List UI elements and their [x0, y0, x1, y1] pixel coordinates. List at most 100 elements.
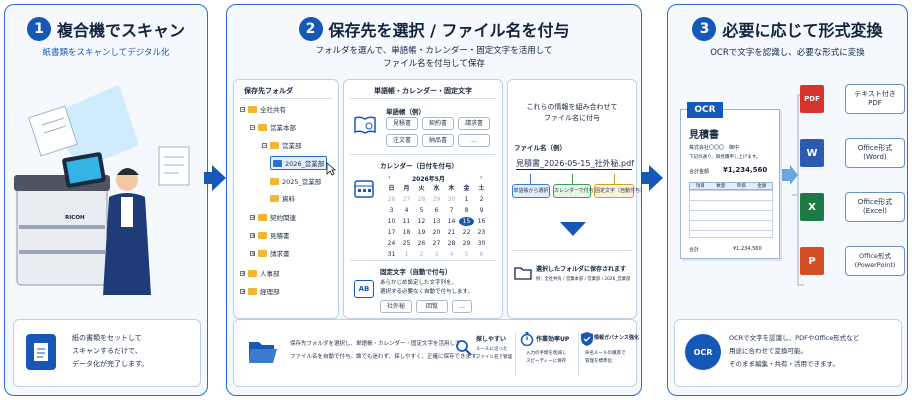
- calendar-day[interactable]: 20: [429, 228, 444, 237]
- folder-icon: [273, 159, 282, 167]
- folder-item[interactable]: + 経理部: [240, 286, 280, 296]
- calendar-day[interactable]: 29: [459, 239, 474, 248]
- calendar-day[interactable]: 10: [384, 217, 399, 226]
- calendar-day[interactable]: 3: [429, 250, 444, 259]
- calendar-day[interactable]: 28: [444, 239, 459, 248]
- filename-result-panel: これらの情報を組み合わせて ファイル名に付与 ファイル名（例） 見積書_2026…: [507, 79, 645, 319]
- calendar-day[interactable]: 18: [399, 228, 414, 237]
- folder-panel-title: 保存先フォルダ: [244, 87, 293, 95]
- calendar-day[interactable]: 1: [459, 195, 474, 204]
- wordbook-tag[interactable]: 納品書: [422, 134, 454, 147]
- text-ab-icon: AB: [354, 280, 374, 298]
- calendar-day[interactable]: 26: [414, 239, 429, 248]
- calendar-day[interactable]: 29: [429, 195, 444, 204]
- wordbook-tag[interactable]: 見積書: [386, 117, 418, 130]
- step3-note-line1: OCRで文字を認識し、PDFやOffice形式など: [729, 334, 860, 342]
- saved-path: 例：全社共有 / 営業本部 / 営業部 / 2026_営業部: [536, 277, 631, 282]
- folder-item[interactable]: − 営業部: [262, 140, 302, 150]
- folder-item-selected[interactable]: 2026_営業部: [270, 156, 328, 170]
- folder-icon: [248, 105, 257, 113]
- folder-item[interactable]: + 人事部: [240, 268, 280, 278]
- step1-note-box: 紙の書類をセットして スキャンするだけで、 データ化が完了します。: [13, 319, 201, 387]
- folder-icon: [248, 269, 257, 277]
- calendar-day[interactable]: 4: [399, 206, 414, 215]
- calendar-day[interactable]: 30: [474, 239, 489, 248]
- folder-icon: [270, 194, 279, 202]
- calendar-day[interactable]: 31: [384, 250, 399, 259]
- step3-number: 3: [692, 17, 717, 41]
- calendar-day[interactable]: 27: [399, 195, 414, 204]
- calendar-day[interactable]: 14: [444, 217, 459, 226]
- calendar-day[interactable]: 11: [399, 217, 414, 226]
- calendar-day[interactable]: 5: [414, 206, 429, 215]
- calendar-prev-button[interactable]: ‹: [388, 174, 390, 181]
- calendar-day[interactable]: 4: [444, 250, 459, 259]
- folder-item[interactable]: + 見積書: [250, 230, 290, 240]
- fixed-tag[interactable]: 社外秘: [380, 300, 412, 313]
- excel-icon: X: [800, 193, 824, 221]
- step2-subtitle: フォルダを選んで、単語帳・カレンダー・固定文字を活用して ファイル名を付与して保…: [227, 45, 641, 71]
- ocr-label: OCR: [687, 102, 723, 118]
- calendar-day[interactable]: 21: [444, 228, 459, 237]
- calendar-day[interactable]: 1: [399, 250, 414, 259]
- format-word[interactable]: Office形式 (Word): [845, 138, 905, 168]
- stopwatch-icon: [520, 332, 534, 346]
- calendar-day[interactable]: 12: [414, 217, 429, 226]
- calendar-day[interactable]: 7: [444, 206, 459, 215]
- folder-item[interactable]: + 契約関連: [250, 212, 296, 222]
- calendar-day[interactable]: 23: [474, 228, 489, 237]
- calendar-day[interactable]: 5: [459, 250, 474, 259]
- fixed-more[interactable]: …: [452, 300, 472, 313]
- format-powerpoint[interactable]: Office形式 (PowerPoint): [845, 246, 905, 276]
- format-excel[interactable]: Office形式 (Excel): [845, 192, 905, 222]
- wordbook-label: 単語帳（例）: [386, 108, 425, 116]
- calendar-day[interactable]: 2: [414, 250, 429, 259]
- calendar-day[interactable]: 26: [384, 195, 399, 204]
- folder-item[interactable]: 資料: [270, 193, 295, 203]
- open-folder-icon: [248, 338, 278, 364]
- wordbook-tag[interactable]: 契約書: [422, 117, 454, 130]
- filename-label: ファイル名（例）: [514, 144, 566, 152]
- folder-item[interactable]: − 全社共有: [240, 104, 286, 114]
- naming-tools-title: 単語帳・カレンダー・固定文字: [374, 87, 472, 95]
- powerpoint-icon: P: [800, 247, 824, 275]
- calendar-day[interactable]: 30: [444, 195, 459, 204]
- book-icon: [354, 116, 376, 134]
- calendar-day[interactable]: 8: [459, 206, 474, 215]
- combine-description: これらの情報を組み合わせて ファイル名に付与: [526, 103, 618, 122]
- calendar-day-selected[interactable]: 15: [459, 217, 474, 226]
- calendar-day[interactable]: 6: [474, 250, 489, 259]
- folder-item[interactable]: + 請求書: [250, 248, 290, 258]
- calendar-next-button[interactable]: ›: [480, 174, 482, 181]
- calendar-day[interactable]: 28: [414, 195, 429, 204]
- format-pdf[interactable]: テキスト付き PDF: [845, 84, 905, 114]
- calendar-day[interactable]: 9: [474, 206, 489, 215]
- calendar-day[interactable]: 22: [459, 228, 474, 237]
- wordbook-more[interactable]: …: [458, 134, 490, 147]
- flow-wordbook: 単語帳から選択: [512, 184, 550, 198]
- folder-item[interactable]: 2025_営業部: [270, 176, 321, 186]
- calendar-day[interactable]: 17: [384, 228, 399, 237]
- folder-item[interactable]: − 営業本部: [250, 122, 296, 132]
- calendar-day[interactable]: 25: [399, 239, 414, 248]
- calendar-day[interactable]: 2: [474, 195, 489, 204]
- calendar-day[interactable]: 27: [429, 239, 444, 248]
- calendar-day[interactable]: 6: [429, 206, 444, 215]
- fixed-tag[interactable]: 回覧: [416, 300, 448, 313]
- calendar-day[interactable]: 24: [384, 239, 399, 248]
- word-icon: W: [800, 139, 824, 167]
- benefit-findable: 探しやすい ルールに沿った ファイル名で管理: [456, 332, 512, 378]
- folder-outline-icon: [514, 266, 532, 280]
- step2-bottom-line1: 保存先フォルダを選択し、単語帳・カレンダー・固定文字を活用して: [290, 341, 461, 347]
- calendar-day[interactable]: 16: [474, 217, 489, 226]
- ocr-document: OCR 見積書 株式会社〇〇〇 御中 下記の通り、御見積申し上げます。 合計金額…: [680, 102, 780, 259]
- calendar-day[interactable]: 13: [429, 217, 444, 226]
- wordbook-tag[interactable]: 注文書: [386, 134, 418, 147]
- calendar-weekday: 木: [448, 185, 455, 192]
- doc-footer-value: ¥1,234,560: [733, 246, 762, 252]
- calendar-day[interactable]: 19: [414, 228, 429, 237]
- calendar-day[interactable]: 3: [384, 206, 399, 215]
- wordbook-tag[interactable]: 請求書: [458, 117, 490, 130]
- step1-note-line3: データ化が完了します。: [72, 360, 149, 368]
- step2-header: 2 保存先を選択 / ファイル名を付与: [227, 17, 641, 41]
